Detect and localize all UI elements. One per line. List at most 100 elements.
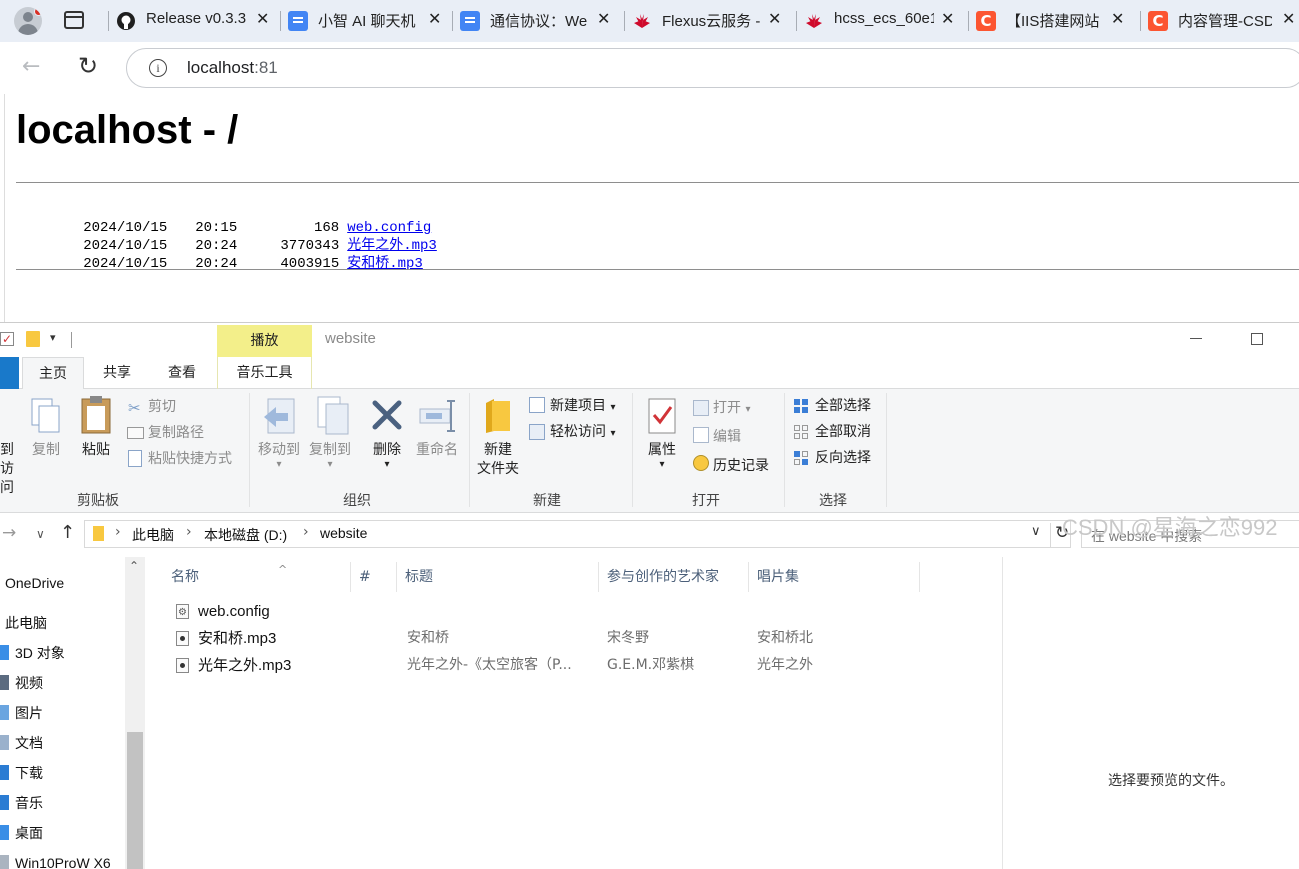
chevron-right-icon[interactable]: ›	[303, 524, 309, 540]
paste-button[interactable]: 粘贴	[78, 441, 114, 460]
tab-close-icon[interactable]: ✕	[597, 9, 610, 28]
file-row[interactable]: 光年之外.mp3 光年之外-《太空旅客（P... G.E.M.邓紫棋 光年之外	[145, 652, 1002, 679]
nav-item-label: 3D 对象	[15, 645, 65, 661]
new-folder-button[interactable]: 新建 文件夹	[474, 441, 522, 479]
browser-tab[interactable]: 通信协议：We ✕	[452, 0, 624, 42]
file-name: 安和桥.mp3	[198, 630, 277, 647]
scrollbar-thumb[interactable]	[127, 732, 143, 869]
browser-tab[interactable]: Flexus云服务 - ✕	[624, 0, 796, 42]
properties-button[interactable]: 属性 ▾	[642, 441, 682, 470]
tab-share[interactable]: 共享	[86, 357, 148, 389]
scroll-up-icon[interactable]: ⌃	[129, 559, 139, 573]
forward-arrow-icon[interactable]: →	[2, 523, 16, 543]
easy-access-button[interactable]: 轻松访问 ▾	[550, 422, 615, 442]
tab-close-icon[interactable]: ✕	[768, 9, 781, 28]
file-row[interactable]: 安和桥.mp3 安和桥 宋冬野 安和桥北	[145, 625, 1002, 652]
profile-avatar-icon[interactable]	[14, 7, 42, 35]
minimize-icon[interactable]	[1190, 338, 1202, 339]
tab-view[interactable]: 查看	[151, 357, 213, 389]
reload-icon[interactable]: ↻	[78, 54, 98, 78]
browser-tab[interactable]: Release v0.3.3 ✕	[108, 0, 280, 42]
properties-check-icon[interactable]: ✓	[0, 332, 14, 346]
browser-tab[interactable]: C 【IIS搭建网站 ✕	[968, 0, 1140, 42]
pin-quick-access-button[interactable]: 到 访问	[0, 441, 20, 498]
tab-close-icon[interactable]: ✕	[256, 9, 269, 28]
edit-icon	[693, 427, 709, 443]
nav-item-videos[interactable]: 视频	[0, 671, 124, 695]
nav-item-downloads[interactable]: 下载	[0, 761, 124, 785]
tab-music-tools[interactable]: 音乐工具	[217, 357, 312, 389]
invert-selection-button[interactable]: 反向选择	[815, 448, 871, 468]
column-header-album[interactable]: 唱片集	[749, 562, 920, 592]
tab-close-icon[interactable]: ✕	[1282, 9, 1295, 28]
select-all-button[interactable]: 全部选择	[815, 396, 871, 416]
tab-file[interactable]	[0, 357, 19, 389]
history-button[interactable]: 历史记录	[713, 456, 769, 476]
maximize-icon[interactable]	[1251, 333, 1263, 345]
listing-link[interactable]: 安和桥.mp3	[347, 255, 423, 273]
chevron-down-icon[interactable]: ∨	[1031, 524, 1041, 539]
nav-item-drive-c[interactable]: Win10ProW X6	[0, 851, 124, 869]
browser-tab[interactable]: hcss_ecs_60e1 ✕	[796, 0, 968, 42]
nav-item-this-pc[interactable]: 此电脑	[0, 611, 124, 635]
nav-scrollbar[interactable]: ⌃	[125, 557, 145, 869]
info-icon[interactable]: i	[149, 59, 167, 77]
file-row[interactable]: web.config	[145, 598, 1002, 626]
nav-item-music[interactable]: 音乐	[0, 791, 124, 815]
nav-item-3d-objects[interactable]: 3D 对象	[0, 641, 124, 665]
move-to-button[interactable]: 移动到 ▾	[254, 441, 304, 470]
back-arrow-icon[interactable]: ←	[22, 56, 40, 78]
copy-to-button[interactable]: 复制到 ▾	[305, 441, 355, 470]
select-none-button[interactable]: 全部取消	[815, 422, 871, 442]
nav-item-desktop[interactable]: 桌面	[0, 821, 124, 845]
breadcrumb-this-pc[interactable]: 此电脑	[132, 525, 174, 545]
folder-icon	[93, 526, 104, 541]
url-bar[interactable]: i localhost:81	[126, 48, 1299, 88]
listing-link[interactable]: 光年之外.mp3	[347, 237, 437, 255]
chevron-right-icon[interactable]: ›	[186, 524, 192, 540]
tab-close-icon[interactable]: ✕	[428, 9, 441, 28]
context-tab-play[interactable]: 播放	[217, 325, 312, 357]
column-header-artist[interactable]: 参与创作的艺术家	[599, 562, 749, 592]
documents-icon	[0, 735, 9, 750]
column-header-name[interactable]: 名称 ^	[163, 562, 351, 592]
watermark: CSDN @星海之恋992	[1062, 515, 1278, 540]
tab-search-icon[interactable]	[64, 11, 84, 29]
nav-item-onedrive[interactable]: OneDrive	[0, 571, 124, 595]
open-icon	[693, 400, 709, 416]
folder-icon[interactable]	[26, 331, 40, 347]
tab-home[interactable]: 主页	[22, 357, 84, 390]
rename-button[interactable]: 重命名	[412, 441, 462, 460]
edit-button[interactable]: 编辑	[713, 427, 741, 447]
breadcrumb-local-disk[interactable]: 本地磁盘 (D:)	[204, 525, 287, 545]
nav-item-pictures[interactable]: 图片	[0, 701, 124, 725]
divider	[16, 182, 1299, 183]
pin-label-bottom: 访问	[0, 461, 14, 496]
paste-shortcut-button[interactable]: 粘贴快捷方式	[148, 449, 232, 469]
copy-path-button[interactable]: 复制路径	[148, 423, 204, 443]
divider	[71, 332, 72, 348]
open-label: 打开	[713, 400, 741, 416]
nav-item-label: 文档	[15, 735, 43, 751]
nav-item-documents[interactable]: 文档	[0, 731, 124, 755]
open-button[interactable]: 打开 ▾	[713, 398, 750, 418]
browser-tab[interactable]: C 内容管理-CSD ✕	[1140, 0, 1299, 42]
quick-access-dropdown-icon[interactable]: ▾	[50, 331, 56, 344]
tab-close-icon[interactable]: ✕	[941, 9, 954, 28]
up-arrow-icon[interactable]: ↑	[60, 522, 75, 543]
browser-tab[interactable]: 小智 AI 聊天机 ✕	[280, 0, 452, 42]
directory-listing-page: localhost - / 2024/10/15 20:15 168 web.conf…	[4, 94, 1299, 322]
new-item-button[interactable]: 新建项目 ▾	[550, 396, 615, 416]
breadcrumb-website[interactable]: website	[320, 525, 367, 541]
move-to-icon	[264, 398, 295, 434]
recent-locations-icon[interactable]: ∨	[36, 527, 45, 541]
address-bar[interactable]: › 此电脑 › 本地磁盘 (D:) › website ∨ ↻	[84, 520, 1071, 548]
listing-link[interactable]: web.config	[347, 219, 431, 237]
column-header-title[interactable]: 标题	[397, 562, 599, 592]
chevron-right-icon[interactable]: ›	[115, 524, 121, 540]
copy-button[interactable]: 复制	[30, 441, 62, 460]
column-header-number[interactable]: #	[351, 562, 397, 592]
cut-button[interactable]: 剪切	[148, 397, 176, 417]
tab-close-icon[interactable]: ✕	[1111, 9, 1124, 28]
delete-button[interactable]: 删除 ▾	[366, 441, 408, 470]
